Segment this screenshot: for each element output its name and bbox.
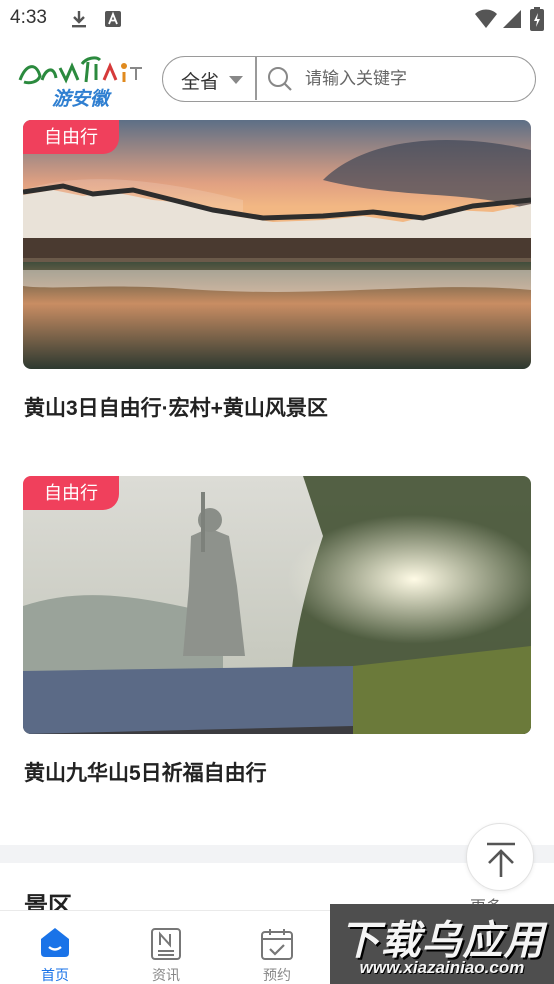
search-input[interactable] (305, 66, 515, 92)
nav-label: 预约 (263, 967, 291, 983)
card-title[interactable]: 黄山3日自由行·宏村+黄山风景区 (24, 392, 328, 422)
hongcun-village-photo (23, 120, 531, 369)
watermark: 下载乌应用 www.xiazainiao.com (330, 904, 554, 984)
download-icon (72, 11, 86, 28)
signal-icon (503, 10, 521, 28)
back-to-top-button[interactable] (466, 823, 534, 891)
a-badge-icon (105, 11, 121, 27)
chevron-down-icon[interactable] (229, 76, 243, 84)
nav-item-booking[interactable]: 预约 (242, 919, 312, 983)
card-image-jiuhuashan[interactable]: 自由行 (23, 476, 531, 734)
nav-label: 资讯 (152, 967, 180, 983)
nav-label: 首页 (41, 967, 69, 983)
jiuhuashan-photo (23, 476, 531, 734)
card-title[interactable]: 黄山九华山5日祈福自由行 (24, 757, 267, 787)
watermark-url: www.xiazainiao.com (359, 958, 525, 977)
search-bar[interactable]: 全省 (162, 56, 536, 102)
search-icon[interactable] (267, 66, 293, 92)
status-time: 4:33 (10, 7, 47, 28)
card-tag: 自由行 (23, 120, 119, 154)
province-select[interactable]: 全省 (181, 67, 219, 94)
calendar-check-icon (261, 929, 293, 960)
app-header: 游安徽 全省 (0, 38, 554, 120)
card-image-hongcun[interactable]: 自由行 (23, 120, 531, 369)
nav-item-home[interactable]: 首页 (20, 919, 90, 983)
logo-subtext: 游安徽 (52, 89, 110, 110)
search-divider (255, 57, 257, 100)
news-icon (151, 928, 181, 960)
home-icon (41, 928, 69, 957)
card-tag: 自由行 (23, 476, 119, 510)
anhui-logo[interactable]: 游安徽 (16, 50, 146, 110)
battery-icon (530, 7, 544, 31)
wifi-icon (475, 9, 497, 28)
arrow-up-icon (487, 842, 515, 877)
nav-item-news[interactable]: 资讯 (131, 919, 201, 983)
status-bar: 4:33 (0, 0, 554, 38)
